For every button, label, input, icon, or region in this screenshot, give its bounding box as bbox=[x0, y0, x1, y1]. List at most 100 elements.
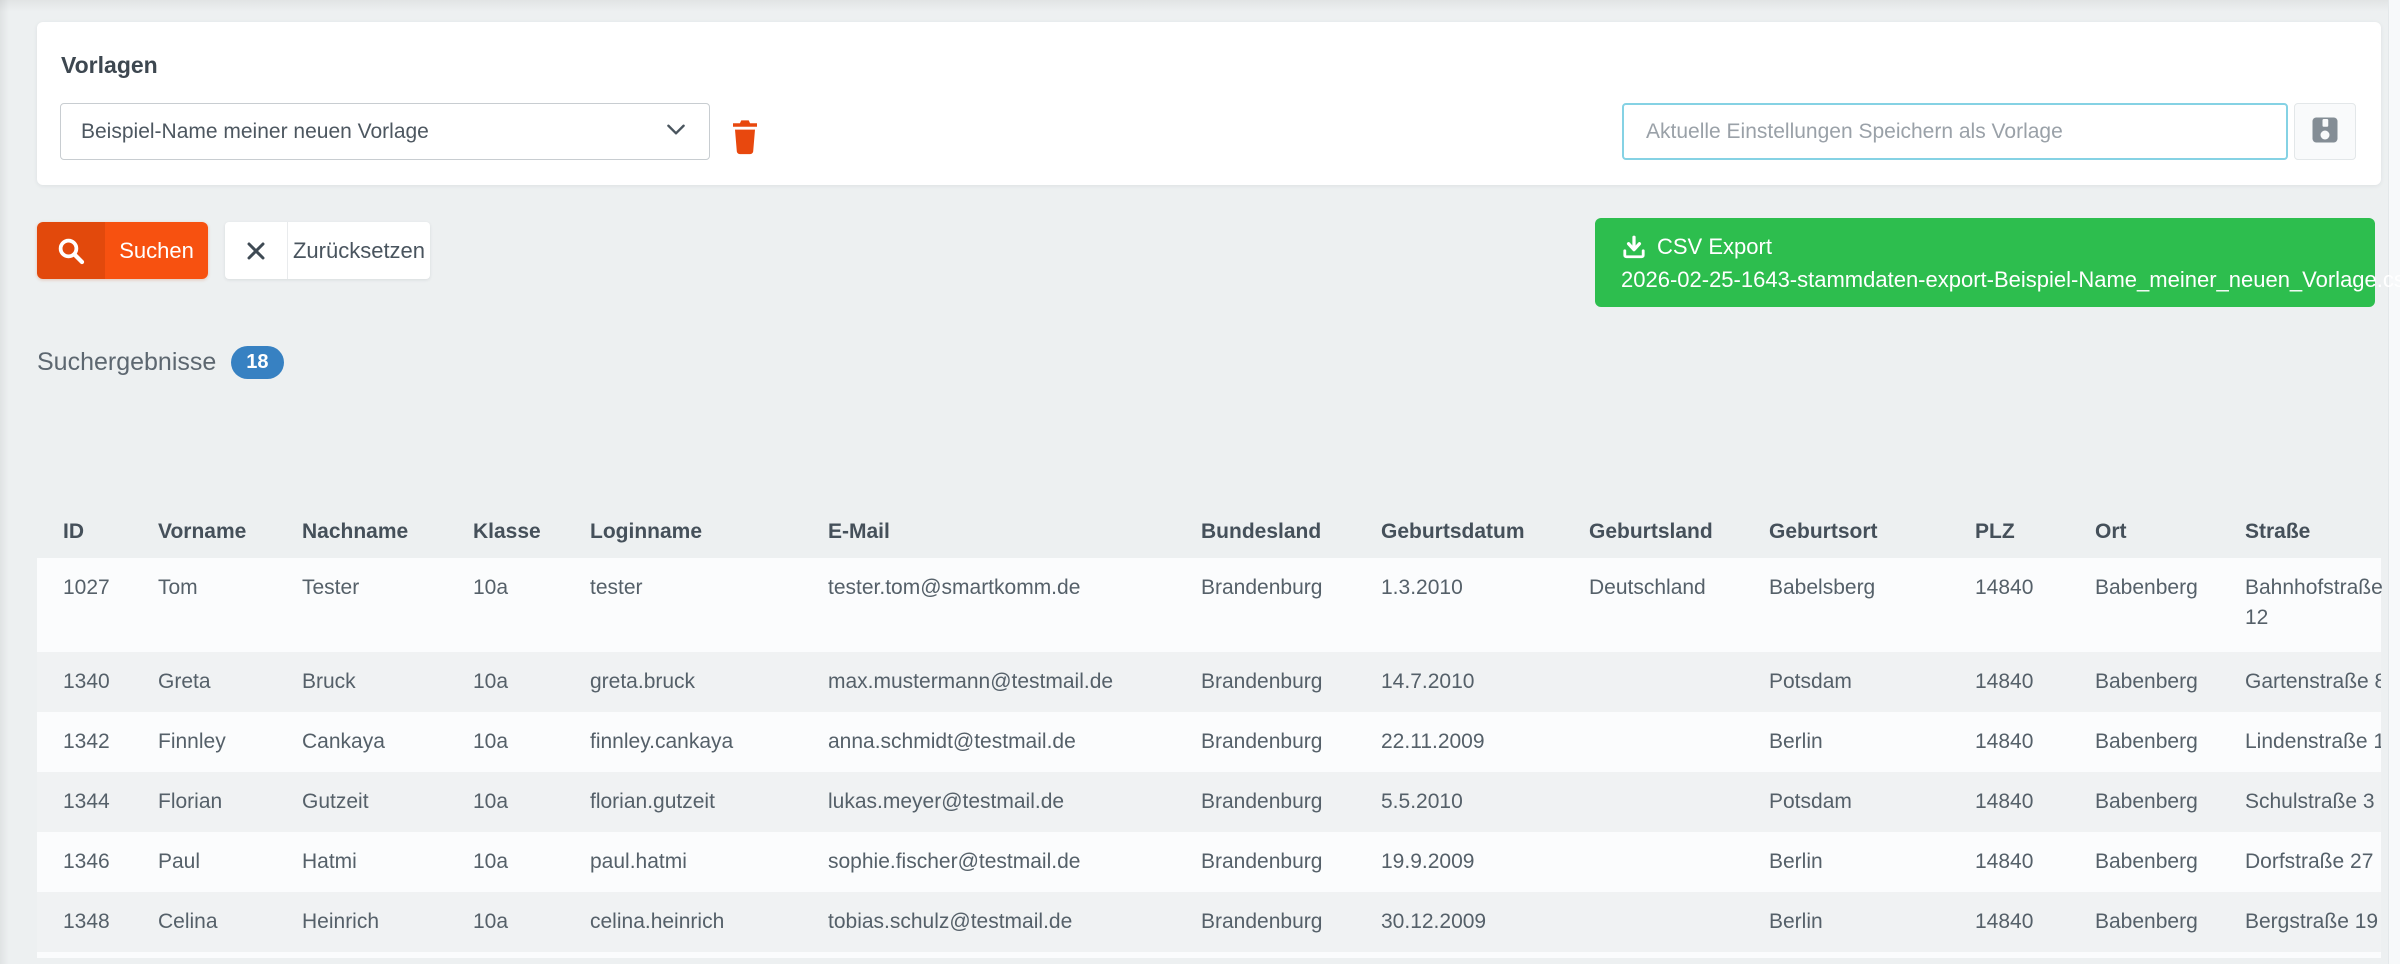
column-header-klasse: Klasse bbox=[473, 520, 541, 543]
delete-template-button[interactable] bbox=[727, 116, 763, 160]
column-header-geburtsort: Geburtsort bbox=[1769, 520, 1878, 543]
table-row: 1342 Finnley Cankaya 10a finnley.cankaya anna… bbox=[37, 712, 2381, 772]
table-cell: lukas.meyer@testmail.de bbox=[828, 790, 1065, 813]
table-cell: Berlin bbox=[1769, 910, 1823, 933]
table-cell: 10a bbox=[473, 670, 509, 693]
template-select-value: Beispiel-Name meiner neuen Vorlage bbox=[81, 119, 429, 143]
table-cell: max.mustermann@testmail.de bbox=[828, 670, 1114, 693]
search-button[interactable]: Suchen bbox=[37, 222, 208, 279]
table-cell: 10a bbox=[473, 910, 509, 933]
table-cell: Celina bbox=[158, 910, 218, 933]
table-cell: Schulstraße 3 bbox=[2245, 790, 2375, 813]
table-cell: 14840 bbox=[1975, 850, 2034, 873]
table-cell: anna.schmidt@testmail.de bbox=[828, 730, 1076, 753]
close-icon bbox=[225, 222, 288, 279]
table-cell: Brandenburg bbox=[1201, 576, 1323, 599]
csv-export-button[interactable]: CSV Export 2026-02-25-1643-stammdaten-ex… bbox=[1595, 218, 2400, 307]
table-cell: Lindenstraße 15 bbox=[2245, 730, 2381, 753]
table-cell: florian.gutzeit bbox=[590, 790, 715, 813]
table-cell: Tom bbox=[158, 576, 198, 599]
left-edge-shadow bbox=[0, 0, 9, 964]
column-header-ort: Ort bbox=[2095, 520, 2127, 543]
table-cell: Bruck bbox=[302, 670, 356, 693]
table-cell: Bahnhofstraße 12 bbox=[2245, 576, 2383, 629]
save-template-group bbox=[1622, 103, 2356, 160]
table-cell: Florian bbox=[158, 790, 223, 813]
table-cell: Cankaya bbox=[302, 730, 385, 753]
table-cell: 5.5.2010 bbox=[1381, 790, 1463, 813]
table-cell: Gutzeit bbox=[302, 790, 369, 813]
table-cell: Brandenburg bbox=[1201, 730, 1323, 753]
table-cell: Paul bbox=[158, 850, 201, 873]
save-template-button[interactable] bbox=[2294, 103, 2356, 160]
results-label: Suchergebnisse bbox=[37, 348, 217, 376]
search-button-label: Suchen bbox=[105, 222, 208, 279]
table-cell: Brandenburg bbox=[1201, 910, 1323, 933]
table-cell: Tester bbox=[302, 576, 360, 599]
table-cell: celina.heinrich bbox=[590, 910, 725, 933]
table-cell: Babenberg bbox=[2095, 670, 2198, 693]
reset-button-label: Zurücksetzen bbox=[292, 237, 426, 263]
table-cell: tester bbox=[590, 576, 643, 599]
table-cell: sophie.fischer@testmail.de bbox=[828, 850, 1081, 873]
results-count-badge: 18 bbox=[231, 346, 284, 379]
table-cell: 22.11.2009 bbox=[1381, 730, 1485, 753]
table-row: 1348 Celina Heinrich 10a celina.heinrich tobi… bbox=[37, 892, 2381, 952]
table-cell: Babenberg bbox=[2095, 730, 2198, 753]
table-cell: 10a bbox=[473, 850, 509, 873]
table-header-row: ID Vorname Nachname Klasse Loginname E-M… bbox=[37, 505, 2381, 558]
results-header: Suchergebnisse 18 bbox=[37, 346, 284, 379]
csv-export-filename: 2026-02-25-1643-stammdaten-export-Beispi… bbox=[1621, 267, 2400, 292]
results-table: ID Vorname Nachname Klasse Loginname E-M… bbox=[37, 505, 2383, 952]
table-cell: Dorfstraße 27 bbox=[2245, 850, 2374, 873]
csv-export-label: CSV Export bbox=[1657, 234, 1772, 259]
table-cell: Babenberg bbox=[2095, 576, 2198, 599]
table-row: 1346 Paul Hatmi 10a paul.hatmi sophie.fischer… bbox=[37, 832, 2381, 892]
table-cell: tobias.schulz@testmail.de bbox=[828, 910, 1073, 933]
column-header-geburtsland: Geburtsland bbox=[1589, 520, 1713, 543]
trash-icon bbox=[729, 117, 761, 160]
table-cell: 14840 bbox=[1975, 670, 2034, 693]
table-cell: 1344 bbox=[63, 790, 110, 813]
table-cell: greta.bruck bbox=[590, 670, 696, 693]
column-header-bundesland: Bundesland bbox=[1201, 520, 1322, 543]
save-template-input[interactable] bbox=[1622, 103, 2288, 160]
table-cell: 30.12.2009 bbox=[1381, 910, 1487, 933]
table-cell: 10a bbox=[473, 730, 509, 753]
table-cell: Berlin bbox=[1769, 850, 1823, 873]
top-edge-shadow bbox=[0, 0, 2400, 12]
table-cell: Potsdam bbox=[1769, 790, 1852, 813]
table-cell: 1027 bbox=[63, 576, 110, 599]
scrollbar-track[interactable] bbox=[2388, 0, 2400, 964]
table-cell: 14.7.2010 bbox=[1381, 670, 1475, 693]
templates-card: Vorlagen Beispiel-Name meiner neuen Vorl… bbox=[37, 22, 2381, 185]
reset-button[interactable]: Zurücksetzen bbox=[225, 222, 430, 279]
table-cell: 1340 bbox=[63, 670, 110, 693]
table-cell: 1346 bbox=[63, 850, 110, 873]
table-cell: Brandenburg bbox=[1201, 790, 1323, 813]
table-cell bbox=[1589, 832, 1769, 892]
next-row-partial bbox=[37, 952, 2381, 958]
column-header-id: ID bbox=[63, 520, 84, 543]
column-header-plz: PLZ bbox=[1975, 520, 2015, 543]
download-icon bbox=[1621, 234, 1647, 260]
table-cell bbox=[1589, 652, 1769, 712]
table-cell: Greta bbox=[158, 670, 211, 693]
templates-card-title: Vorlagen bbox=[61, 52, 158, 78]
table-cell: 1348 bbox=[63, 910, 110, 933]
table-cell: Berlin bbox=[1769, 730, 1823, 753]
table-cell: Brandenburg bbox=[1201, 670, 1323, 693]
table-cell: 14840 bbox=[1975, 730, 2034, 753]
table-cell: Babenberg bbox=[2095, 910, 2198, 933]
table-cell: Hatmi bbox=[302, 850, 357, 873]
chevron-down-icon bbox=[663, 116, 689, 147]
table-cell: 19.9.2009 bbox=[1381, 850, 1475, 873]
column-header-geburtsdatum: Geburtsdatum bbox=[1381, 520, 1525, 543]
table-cell: Potsdam bbox=[1769, 670, 1852, 693]
table-cell: Babenberg bbox=[2095, 790, 2198, 813]
table-cell bbox=[1589, 772, 1769, 832]
template-select[interactable]: Beispiel-Name meiner neuen Vorlage bbox=[60, 103, 710, 160]
table-row: 1027 Tom Tester 10a tester tester.tom@smartko… bbox=[37, 558, 2383, 652]
table-cell: 10a bbox=[473, 576, 509, 599]
table-cell: 10a bbox=[473, 790, 509, 813]
